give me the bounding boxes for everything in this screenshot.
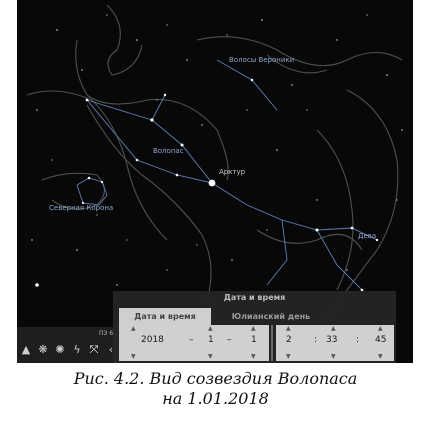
panel-divider xyxy=(271,325,273,361)
label-arcturus: Арктур xyxy=(219,168,246,176)
second-up-arrow-icon[interactable]: ▲ xyxy=(378,326,383,332)
label-bootes: Волопас xyxy=(153,147,184,155)
bright-stars xyxy=(35,78,379,292)
year-down-arrow-icon[interactable]: ▼ xyxy=(131,354,136,360)
month-field[interactable]: 1 xyxy=(208,333,214,347)
year-field[interactable]: 2018 xyxy=(141,333,164,347)
day-up-arrow-icon[interactable]: ▲ xyxy=(251,326,256,332)
time-panel: ▲ ▼ 2 : ▲ ▼ 33 : ▲ ▼ 45 xyxy=(276,325,394,361)
date-separator: – xyxy=(227,335,232,345)
date-panel: ▲ ▼ 2018 – ▲ ▼ 1 – ▲ ▼ 1 xyxy=(119,325,269,361)
background-stars xyxy=(31,14,403,286)
figure-caption: Рис. 4.2. Вид созвездия Волопаса на 1.01… xyxy=(0,369,431,409)
tab-julian-day[interactable]: Юлианский день xyxy=(211,308,331,325)
label-corona-borealis: Северная Корона xyxy=(49,204,114,212)
label-coma-berenices: Волосы Вероники xyxy=(229,56,295,64)
date-time-window: Дата и время Дата и время Юлианский день… xyxy=(113,291,396,363)
atmosphere-icon[interactable]: ❋ xyxy=(37,344,49,356)
date-separator: – xyxy=(189,335,194,345)
hour-field[interactable]: 2 xyxy=(286,333,292,347)
constellation-artwork xyxy=(26,4,403,331)
bottom-toolbar: ПЗ 60 ▲ ❋ ✺ ϟ ⤧ ‹ xyxy=(17,327,121,363)
tab-date-time[interactable]: Дата и время xyxy=(119,308,211,325)
time-separator: : xyxy=(356,335,360,345)
year-up-arrow-icon[interactable]: ▲ xyxy=(131,326,136,332)
label-virgo: Дева xyxy=(358,232,377,240)
fullscreen-icon[interactable]: ⤧ xyxy=(88,344,100,356)
time-separator: : xyxy=(314,335,318,345)
minute-up-arrow-icon[interactable]: ▲ xyxy=(331,326,336,332)
mountain-icon[interactable]: ▲ xyxy=(20,344,32,356)
caption-line-1: Рис. 4.2. Вид созвездия Волопаса xyxy=(73,369,358,388)
flame-icon[interactable]: ✺ xyxy=(54,344,66,356)
day-down-arrow-icon[interactable]: ▼ xyxy=(251,354,256,360)
hour-down-arrow-icon[interactable]: ▼ xyxy=(286,354,291,360)
hour-up-arrow-icon[interactable]: ▲ xyxy=(286,326,291,332)
lightning-icon[interactable]: ϟ xyxy=(71,344,83,356)
minute-field[interactable]: 33 xyxy=(326,333,337,347)
second-down-arrow-icon[interactable]: ▼ xyxy=(378,354,383,360)
month-down-arrow-icon[interactable]: ▼ xyxy=(208,354,213,360)
second-field[interactable]: 45 xyxy=(375,333,386,347)
month-up-arrow-icon[interactable]: ▲ xyxy=(208,326,213,332)
day-field[interactable]: 1 xyxy=(251,333,257,347)
window-title: Дата и время xyxy=(223,293,286,302)
caption-line-2: на 1.01.2018 xyxy=(162,389,269,408)
minute-down-arrow-icon[interactable]: ▼ xyxy=(331,354,336,360)
